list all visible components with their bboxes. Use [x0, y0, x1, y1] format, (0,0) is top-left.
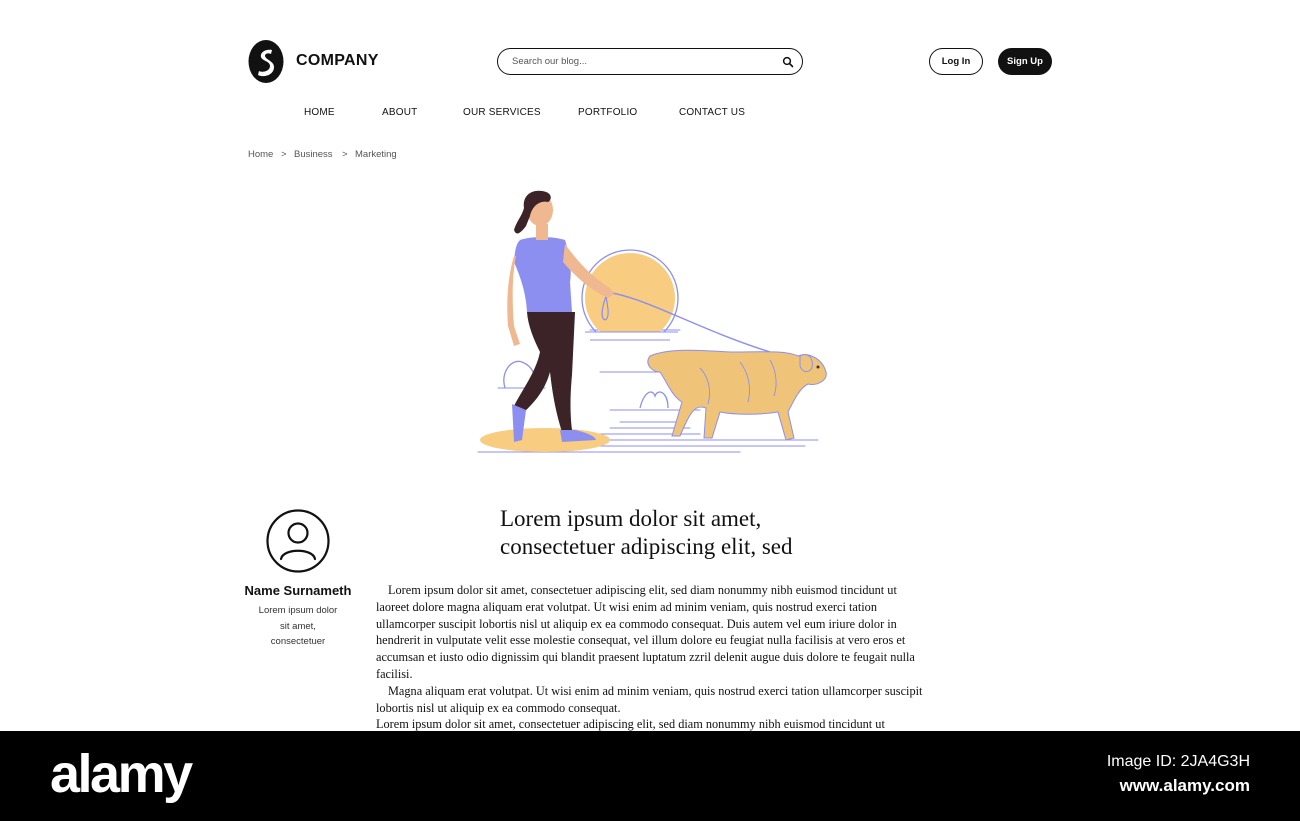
login-button[interactable]: Log In	[929, 48, 983, 75]
nav-portfolio[interactable]: PORTFOLIO	[578, 107, 637, 118]
author-bio-line: sit amet,	[280, 620, 316, 632]
watermark-bar: alamy Image ID: 2JA4G3H www.alamy.com	[0, 731, 1300, 821]
nav-our-services[interactable]: OUR SERVICES	[463, 107, 541, 118]
search-input[interactable]	[512, 53, 772, 70]
article-title-line: consectetuer adipiscing elit, sed	[500, 534, 793, 559]
article-paragraph: Magna aliquam erat volutpat. Ut wisi eni…	[376, 683, 923, 715]
watermark-image-id: Image ID: 2JA4G3H	[1106, 753, 1250, 770]
author-bio: Lorem ipsum dolor sit amet, consectetuer	[250, 603, 346, 650]
signup-button[interactable]: Sign Up	[998, 48, 1052, 75]
search-box[interactable]	[497, 48, 803, 75]
author-name: Name Surnameth	[244, 583, 352, 598]
watermark-logo: alamy	[50, 744, 193, 804]
breadcrumb-item-home[interactable]: Home	[248, 149, 273, 160]
article-title: Lorem ipsum dolor sit amet, consectetuer…	[500, 505, 840, 561]
article-title-line: Lorem ipsum dolor sit amet,	[500, 506, 762, 531]
woman-walking-dog-illustration	[477, 190, 827, 453]
nav-about[interactable]: ABOUT	[382, 107, 417, 118]
author-bio-line: Lorem ipsum dolor	[258, 605, 338, 616]
nav-home[interactable]: HOME	[304, 107, 335, 118]
user-avatar-icon	[266, 509, 330, 573]
breadcrumb-separator: >	[342, 149, 348, 160]
breadcrumb-item-business[interactable]: Business	[294, 149, 333, 160]
article-paragraph: Lorem ipsum dolor sit amet, consectetuer…	[376, 583, 915, 681]
brand-name: COMPANY	[296, 52, 379, 69]
watermark-url: www.alamy.com	[1119, 776, 1250, 795]
search-icon[interactable]	[782, 56, 794, 68]
author-bio-line: consectetuer	[270, 636, 326, 647]
article-body: Lorem ipsum dolor sit amet, consectetuer…	[376, 582, 932, 731]
article-paragraph: Lorem ipsum dolor sit amet, consectetuer…	[376, 717, 885, 731]
breadcrumb-separator: >	[281, 149, 287, 160]
nav-contact-us[interactable]: CONTACT US	[679, 107, 745, 118]
brand-logo-icon[interactable]	[248, 40, 284, 83]
breadcrumb-item-marketing[interactable]: Marketing	[355, 149, 397, 160]
